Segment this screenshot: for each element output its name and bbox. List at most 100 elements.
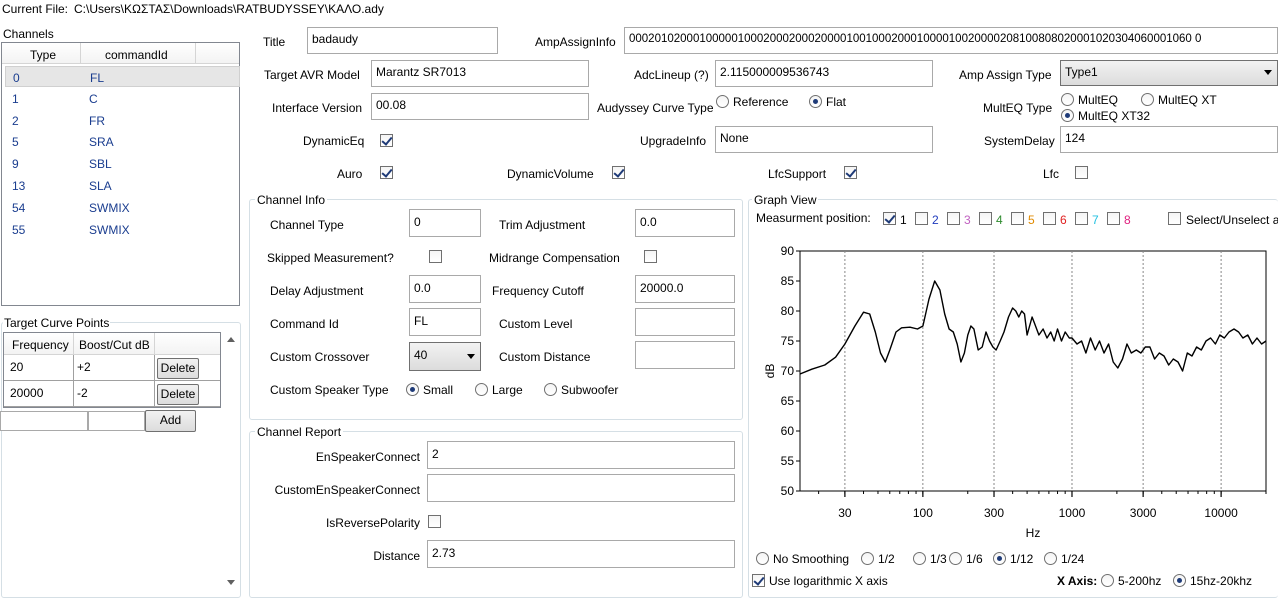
col-frequency[interactable]: Frequency — [12, 338, 69, 352]
custom-level-label: Custom Level — [499, 317, 573, 331]
table-row[interactable]: 20 +2 Delete — [4, 355, 220, 381]
target-curve-title: Target Curve Points — [3, 316, 111, 330]
position-8-checkbox[interactable] — [1107, 212, 1120, 225]
target-avr-label: Target AVR Model — [264, 68, 360, 82]
channel-type-cell: 55 — [12, 222, 26, 237]
interface-version-input[interactable]: 00.08 — [371, 93, 589, 120]
target-curve-grid[interactable]: Frequency Boost/Cut dB 20 +2 Delete 2000… — [3, 332, 221, 408]
smoothing-radio-5[interactable] — [1044, 552, 1057, 565]
boost-cell[interactable]: -2 — [77, 386, 88, 400]
lfc-label: Lfc — [1043, 167, 1060, 181]
table-row[interactable]: 20000 -2 Delete — [4, 381, 220, 407]
curve-reference-radio[interactable] — [716, 95, 729, 108]
custom-en-speaker-input[interactable] — [427, 474, 735, 502]
position-7-checkbox[interactable] — [1075, 212, 1088, 225]
scroll-up-icon[interactable] — [227, 337, 235, 342]
list-item[interactable]: 2 FR — [5, 110, 240, 131]
position-2-checkbox[interactable] — [915, 212, 928, 225]
upgrade-info-input[interactable]: None — [715, 126, 933, 153]
distance-input[interactable]: 2.73 — [427, 540, 735, 568]
freq-cell[interactable]: 20000 — [10, 386, 43, 400]
adc-lineup-label: AdcLineup (?) — [634, 68, 709, 82]
smoothing-radio-4[interactable] — [993, 552, 1006, 565]
freq-cutoff-input[interactable]: 20000.0 — [635, 275, 735, 303]
speaker-subwoofer-radio[interactable] — [544, 383, 557, 396]
list-item[interactable]: 54 SWMIX — [5, 197, 240, 218]
curve-flat-radio[interactable] — [809, 95, 822, 108]
en-speaker-input[interactable]: 2 — [427, 441, 735, 469]
lfc-support-checkbox[interactable] — [844, 166, 857, 179]
speaker-large-radio[interactable] — [475, 383, 488, 396]
delete-button[interactable]: Delete — [157, 358, 199, 379]
chevron-down-icon — [1264, 70, 1272, 75]
x-range-5-200-radio[interactable] — [1101, 574, 1114, 587]
list-item[interactable]: 0 FL — [5, 66, 240, 87]
reverse-polarity-label: IsReversePolarity — [325, 516, 420, 530]
target-curve-scrollbar[interactable] — [222, 332, 239, 592]
lfc-checkbox[interactable] — [1075, 166, 1088, 179]
dynamic-eq-checkbox[interactable] — [380, 134, 393, 147]
list-item[interactable]: 1C — [5, 88, 240, 109]
log-axis-checkbox[interactable] — [752, 574, 765, 587]
position-8-label: 8 — [1124, 213, 1131, 227]
auro-checkbox[interactable] — [380, 166, 393, 179]
custom-level-input[interactable] — [635, 308, 735, 336]
adc-lineup-input[interactable]: 2.115000009536743 — [715, 60, 933, 87]
position-6-checkbox[interactable] — [1043, 212, 1056, 225]
target-avr-input[interactable]: Marantz SR7013 — [371, 60, 589, 87]
position-3-checkbox[interactable] — [947, 212, 960, 225]
col-command-id[interactable]: commandId — [105, 48, 168, 62]
new-boost-input[interactable] — [88, 411, 145, 431]
multeq-xt32-radio[interactable] — [1061, 109, 1074, 122]
smoothing-radio-2[interactable] — [913, 552, 926, 565]
dynamic-volume-checkbox[interactable] — [612, 166, 625, 179]
channel-type-cell: 9 — [12, 157, 19, 172]
frequency-response-chart[interactable]: 30 100 300 1000 3000 10000 50 55 60 65 70 75 80 85 90 H… — [752, 236, 1278, 542]
list-item[interactable]: 55 SWMIX — [5, 219, 240, 240]
upgrade-info-label: UpgradeInfo — [640, 134, 707, 148]
trim-input[interactable]: 0.0 — [635, 209, 735, 237]
smoothing-radio-0[interactable] — [756, 552, 769, 565]
amp-assign-type-select[interactable]: Type1 — [1060, 60, 1278, 86]
freq-cell[interactable]: 20 — [10, 360, 23, 374]
speaker-small-radio[interactable] — [406, 383, 419, 396]
title-input[interactable]: badaudy — [307, 27, 498, 54]
new-frequency-input[interactable] — [0, 411, 88, 431]
position-7-label: 7 — [1092, 213, 1099, 227]
smoothing-radio-3[interactable] — [949, 552, 962, 565]
position-1-checkbox[interactable] — [883, 212, 896, 225]
dynamic-eq-label: DynamicEq — [303, 134, 365, 148]
col-type[interactable]: Type — [30, 48, 56, 62]
smoothing-label-5: 1/24 — [1061, 552, 1085, 566]
custom-crossover-select[interactable]: 40 — [409, 342, 481, 371]
current-file-path: C:\Users\ΚΩΣΤΑΣ\Downloads\RATBUDYSSEY\ΚΑ… — [74, 2, 384, 16]
midrange-checkbox[interactable] — [644, 250, 657, 263]
list-item[interactable]: 13 SLA — [5, 175, 240, 196]
col-boost[interactable]: Boost/Cut dB — [79, 338, 150, 352]
position-4-checkbox[interactable] — [979, 212, 992, 225]
current-file-label: Current File: — [2, 2, 69, 16]
system-delay-input[interactable]: 124 — [1060, 126, 1278, 153]
scroll-down-icon[interactable] — [227, 580, 235, 585]
list-item[interactable]: 9 SBL — [5, 153, 240, 174]
custom-distance-input[interactable] — [635, 341, 735, 369]
list-item[interactable]: 5 SRA — [5, 131, 240, 152]
y-tick-label: 85 — [781, 274, 795, 288]
add-button[interactable]: Add — [145, 410, 196, 432]
command-id-input[interactable]: FL — [409, 308, 481, 336]
reverse-polarity-checkbox[interactable] — [428, 515, 441, 528]
multeq-radio[interactable] — [1061, 93, 1074, 106]
smoothing-radio-1[interactable] — [861, 552, 874, 565]
amp-assign-info-input[interactable]: 0002010200010000010002000200020000100100… — [624, 27, 1278, 54]
delete-button[interactable]: Delete — [157, 384, 199, 405]
boost-cell[interactable]: +2 — [77, 360, 91, 374]
x-range-15-20k-radio[interactable] — [1173, 574, 1186, 587]
multeq-xt-radio[interactable] — [1141, 93, 1154, 106]
channel-type-input[interactable]: 0 — [409, 209, 481, 237]
position-5-checkbox[interactable] — [1011, 212, 1024, 225]
skipped-checkbox[interactable] — [429, 250, 442, 263]
channels-list[interactable]: Type commandId 0 FL 1 C 2 FR 5 SRA 9 SBL 13 SLA 54 SW… — [1, 42, 240, 306]
x-tick-label: 1000 — [1059, 506, 1086, 520]
select-all-checkbox[interactable] — [1168, 212, 1181, 225]
delay-input[interactable]: 0.0 — [409, 275, 481, 303]
